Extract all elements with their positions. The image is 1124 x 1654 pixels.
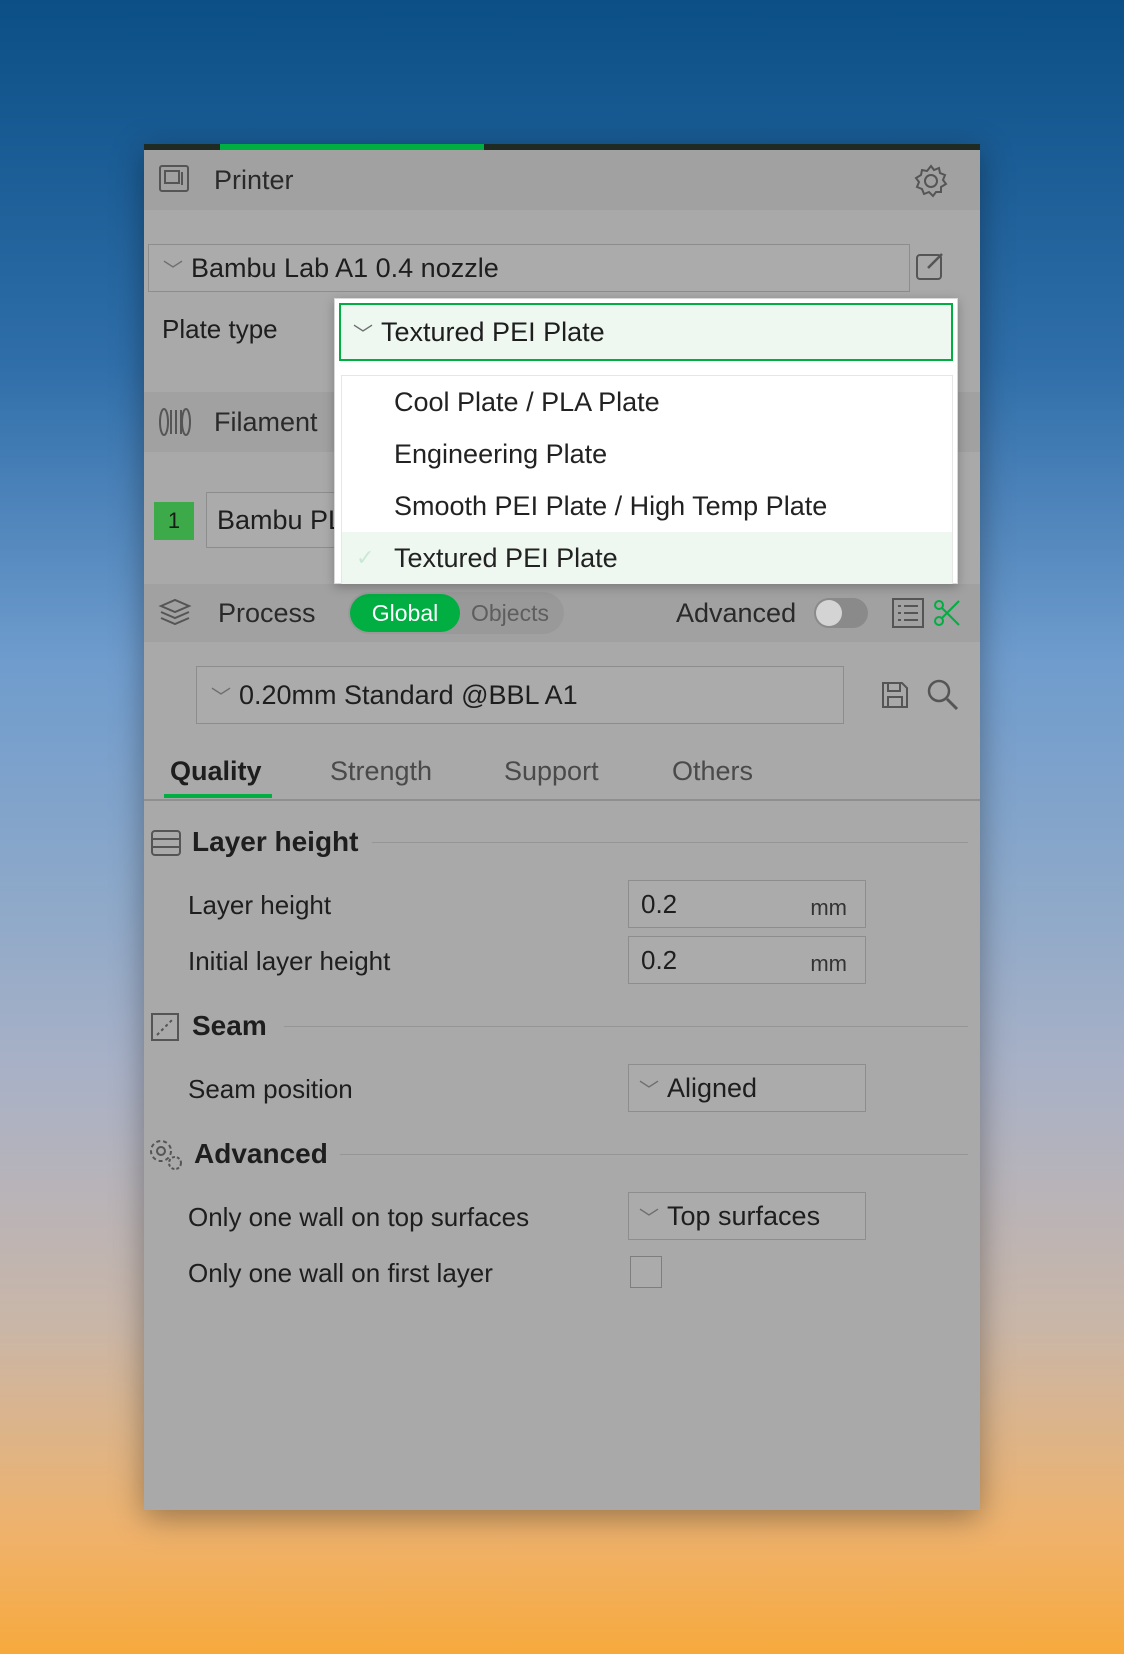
edit-icon[interactable] — [914, 250, 946, 282]
plate-option-engineering-plate[interactable]: Engineering Plate — [342, 428, 952, 480]
tab-support[interactable]: Support — [504, 756, 599, 787]
initial-layer-height-unit: mm — [810, 951, 847, 976]
toggle-objects[interactable]: Objects — [460, 594, 560, 632]
printer-preset-value: Bambu Lab A1 0.4 nozzle — [191, 252, 499, 283]
advanced-switch-knob — [816, 600, 842, 626]
chevron-down-icon: ﹀ — [639, 1079, 659, 1102]
group-divider — [284, 1026, 968, 1027]
printer-section-header: Printer — [144, 150, 980, 210]
filament-preset-value: Bambu PL — [217, 504, 344, 535]
one-wall-first-label: Only one wall on first layer — [188, 1258, 493, 1288]
group-title-layer-height: Layer height — [192, 826, 359, 857]
filament-slot-badge[interactable]: 1 — [154, 502, 194, 540]
printer-icon — [159, 165, 189, 192]
search-icon[interactable] — [926, 678, 960, 712]
plate-type-options: Cool Plate / PLA Plate Engineering Plate… — [341, 375, 953, 584]
initial-layer-height-input[interactable]: 0.2 mm — [628, 936, 866, 984]
option-label: Cool Plate / PLA Plate — [394, 386, 660, 417]
chevron-down-icon: ﹀ — [163, 259, 183, 282]
option-label: Textured PEI Plate — [394, 542, 618, 573]
group-divider — [340, 1154, 968, 1155]
save-icon[interactable] — [880, 680, 910, 710]
plate-type-label: Plate type — [162, 314, 278, 344]
initial-layer-height-label: Initial layer height — [188, 946, 391, 976]
list-view-icon[interactable] — [892, 598, 924, 628]
plate-option-textured-pei-plate[interactable]: ✓ Textured PEI Plate — [342, 532, 952, 584]
option-label: Smooth PEI Plate / High Temp Plate — [394, 490, 828, 521]
process-preset-select[interactable]: ﹀ 0.20mm Standard @BBL A1 — [196, 666, 844, 724]
plate-option-smooth-pei-plate[interactable]: Smooth PEI Plate / High Temp Plate — [342, 480, 952, 532]
chevron-down-icon: ﹀ — [211, 686, 231, 709]
one-wall-top-value: Top surfaces — [667, 1200, 821, 1231]
layers-icon — [158, 598, 192, 626]
one-wall-top-label: Only one wall on top surfaces — [188, 1202, 530, 1232]
advanced-switch[interactable] — [814, 598, 868, 628]
toggle-global[interactable]: Global — [350, 594, 460, 632]
layer-height-input[interactable]: 0.2 mm — [628, 880, 866, 928]
printer-preset-select[interactable]: ﹀ Bambu Lab A1 0.4 nozzle — [148, 244, 910, 292]
filament-spool-icon — [159, 408, 191, 436]
compare-icon[interactable] — [932, 598, 962, 628]
tab-quality[interactable]: Quality — [170, 756, 262, 787]
process-section-header: Process Global Objects Advanced — [144, 584, 980, 642]
plate-type-select[interactable]: ﹀ Textured PEI Plate — [339, 303, 953, 361]
seam-position-label: Seam position — [188, 1074, 353, 1104]
tab-strength[interactable]: Strength — [330, 756, 432, 787]
layer-height-icon — [151, 830, 181, 856]
chevron-down-icon: ﹀ — [353, 323, 373, 346]
group-title-advanced: Advanced — [194, 1138, 328, 1169]
plate-option-cool-plate[interactable]: Cool Plate / PLA Plate — [342, 376, 952, 428]
layer-height-value: 0.2 — [641, 889, 678, 919]
initial-layer-height-value: 0.2 — [641, 945, 678, 975]
tabs-divider — [144, 799, 980, 801]
group-divider — [372, 842, 968, 843]
active-tab-indicator — [164, 794, 272, 798]
advanced-label: Advanced — [676, 597, 797, 628]
layer-height-unit: mm — [810, 895, 847, 920]
filament-section-title: Filament — [214, 406, 318, 437]
option-label: Engineering Plate — [394, 438, 608, 469]
seam-position-value: Aligned — [667, 1072, 758, 1103]
chevron-down-icon: ﹀ — [639, 1207, 659, 1230]
seam-icon — [151, 1013, 179, 1041]
advanced-gears-icon — [150, 1140, 182, 1170]
process-preset-value: 0.20mm Standard @BBL A1 — [239, 679, 578, 710]
printer-section-title: Printer — [214, 164, 294, 195]
group-title-seam: Seam — [192, 1010, 267, 1041]
tab-others[interactable]: Others — [672, 756, 753, 787]
checkmark-icon: ✓ — [356, 545, 375, 570]
plate-type-value: Textured PEI Plate — [381, 316, 605, 347]
one-wall-first-checkbox[interactable] — [630, 1256, 662, 1288]
global-objects-toggle[interactable]: Global Objects — [348, 592, 564, 634]
gear-icon[interactable] — [914, 164, 948, 198]
layer-height-label: Layer height — [188, 890, 332, 920]
process-section-title: Process — [218, 597, 316, 628]
plate-type-dropdown: ﹀ Textured PEI Plate Cool Plate / PLA Pl… — [334, 298, 958, 584]
one-wall-top-select[interactable]: ﹀ Top surfaces — [628, 1192, 866, 1240]
seam-position-select[interactable]: ﹀ Aligned — [628, 1064, 866, 1112]
